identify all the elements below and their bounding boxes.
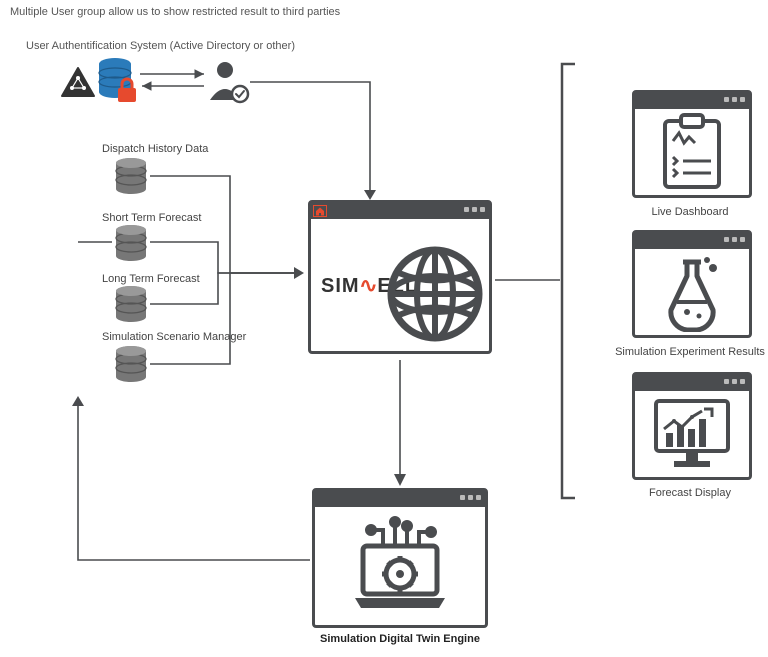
home-icon <box>313 205 327 217</box>
database-lock-icon <box>99 58 136 102</box>
forecast-display-window <box>632 372 752 480</box>
short-term-db-icon <box>114 225 148 261</box>
digital-twin-engine-window <box>312 488 488 628</box>
simwell-hub-window: SIM∿ELL <box>308 200 492 354</box>
clipboard-dashboard-icon <box>657 113 727 191</box>
digital-twin-engine-icon <box>345 516 455 616</box>
scenario-manager-db-icon <box>114 346 148 382</box>
globe-icon <box>387 246 483 347</box>
long-term-db-icon <box>114 286 148 322</box>
forecast-chart-icon <box>650 395 734 473</box>
experiment-results-window <box>632 230 752 338</box>
flask-icon <box>657 252 727 332</box>
user-check-icon <box>210 62 248 102</box>
dispatch-history-db-icon <box>114 158 148 194</box>
warning-triangle-icon <box>62 68 94 96</box>
live-dashboard-window <box>632 90 752 198</box>
